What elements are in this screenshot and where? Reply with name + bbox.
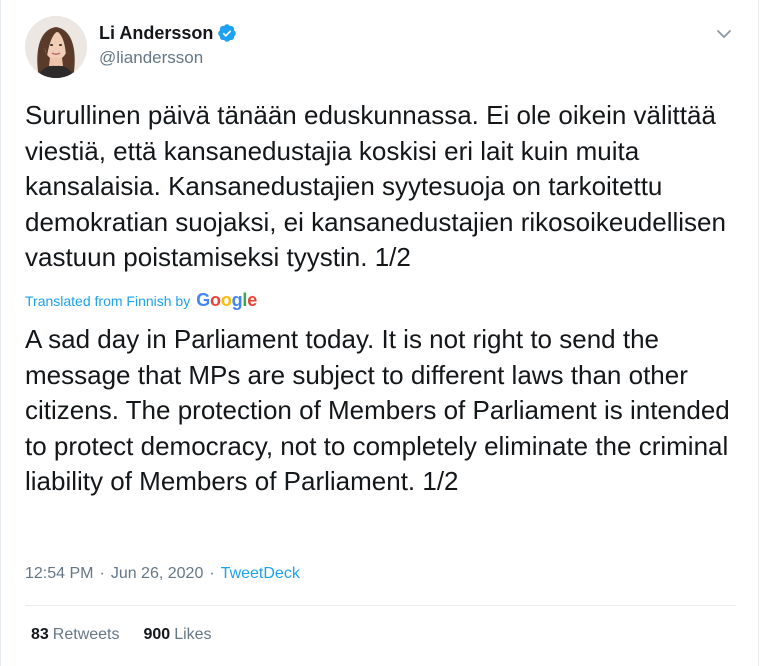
translated-text: A sad day in Parliament today. It is not…: [25, 324, 730, 496]
translation-attribution: Translated from Finnish by Google: [25, 290, 257, 311]
google-logo[interactable]: Google: [196, 290, 257, 311]
likes-count: 900: [143, 626, 171, 643]
divider: [25, 605, 736, 606]
tweet-card: Li Andersson @liandersson Surullinen päi…: [0, 0, 759, 666]
profile-photo-icon: [25, 16, 87, 78]
tweet-source-link[interactable]: TweetDeck: [221, 565, 300, 583]
verified-badge-icon: [217, 23, 237, 43]
likes-label: Likes: [174, 626, 212, 643]
avatar[interactable]: [25, 16, 87, 78]
chevron-down-icon[interactable]: [716, 26, 732, 42]
translated-label: Translated from Finnish by: [25, 292, 191, 309]
likes-stat[interactable]: 900 Likes: [144, 626, 212, 644]
meta-separator: ·: [209, 565, 215, 582]
meta-separator: ·: [99, 565, 105, 582]
author-name[interactable]: Li Andersson: [99, 22, 213, 44]
tweet-time[interactable]: 12:54 PM: [25, 565, 93, 583]
author-row: Li Andersson: [99, 22, 237, 44]
tweet-meta: 12:54 PM · Jun 26, 2020 · TweetDeck: [25, 565, 300, 583]
retweets-label: Retweets: [52, 626, 120, 643]
tweet-stats: 83 Retweets 900 Likes: [31, 626, 212, 644]
tweet-date[interactable]: Jun 26, 2020: [111, 565, 204, 583]
retweets-count: 83: [31, 626, 49, 643]
tweet-text: Surullinen päivä tänään eduskunnassa. Ei…: [25, 100, 726, 272]
retweets-stat[interactable]: 83 Retweets: [31, 626, 120, 644]
author-handle[interactable]: @liandersson: [99, 48, 203, 68]
